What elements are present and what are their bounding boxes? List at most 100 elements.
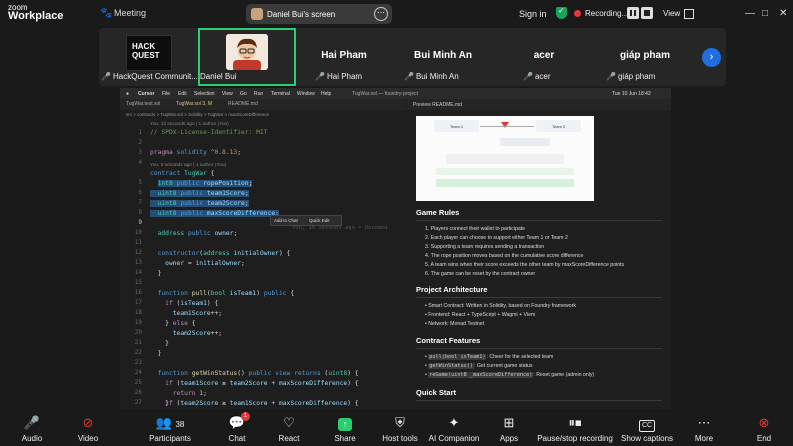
line-number: 2	[138, 139, 142, 146]
sign-in-link[interactable]: Sign in	[519, 9, 547, 19]
video-off-icon: ⊘	[82, 415, 94, 430]
menu-item[interactable]: Cursor	[138, 91, 154, 97]
menu-item[interactable]: Edit	[178, 91, 187, 97]
inline-code: pull(bool isTeam1)	[428, 354, 487, 360]
participants-button[interactable]: 👥 38 Participants	[143, 410, 197, 446]
ai-companion-label: AI Companion	[428, 434, 480, 443]
shield-icon: ⛨	[395, 415, 405, 430]
inline-blame-hint: You, 16 seconds ago • Uncommi	[292, 225, 389, 231]
participant-display-name: giáp pham	[619, 50, 670, 61]
list-item: 6. The game can be reset by the contract…	[425, 271, 536, 277]
code-line: team2Score++;	[172, 330, 223, 337]
editor-tab-bar: TugWar.test.sol TugWar.sol 3, M README.m…	[120, 99, 406, 110]
list-item: 1. Players connect their wallet to parti…	[425, 226, 526, 232]
add-to-chat-button[interactable]: Add to Chat	[274, 218, 298, 223]
code-line: }	[150, 350, 162, 357]
participant-strip: HACK QUEST 🎤 HackQuest Communit... Daniel…	[99, 28, 726, 86]
line-number: 4	[138, 159, 142, 166]
tab-tugwar-test[interactable]: TugWar.test.sol	[126, 101, 160, 107]
line-number: 1	[138, 129, 142, 136]
menu-item[interactable]: Selection	[194, 91, 215, 97]
meeting-info-button[interactable]: 🐾 Meeting	[100, 8, 146, 19]
line-number: 13	[134, 259, 142, 266]
preview-tab-label: Preview README.md	[413, 102, 462, 108]
breadcrumb: src > contracts > TugWar.sol > Solidity …	[120, 110, 406, 119]
features-heading: Contract Features	[416, 336, 481, 345]
audio-button[interactable]: 🎤 Audio	[14, 410, 50, 446]
architecture-heading: Project Architecture	[416, 285, 488, 294]
participant-tile[interactable]: Hai Pham 🎤 Hai Pham	[295, 28, 393, 86]
ai-companion-button[interactable]: ✦ AI Companion	[428, 410, 480, 446]
share-screen-icon: ↑	[330, 415, 360, 431]
next-page-button[interactable]: ›	[702, 48, 721, 67]
code-line: constructor(address initialOwner) {	[157, 250, 291, 257]
menu-item[interactable]: Terminal	[271, 91, 290, 97]
close-icon[interactable]: ✕	[779, 8, 787, 19]
menu-item[interactable]: Go	[240, 91, 247, 97]
divider	[416, 400, 662, 401]
participant-tile[interactable]: acer 🎤 acer	[495, 28, 593, 86]
mac-menu-bar: ● Cursor File Edit Selection View Go Run…	[120, 88, 671, 99]
menu-item[interactable]: View	[222, 91, 233, 97]
more-dots-icon: ⋯	[697, 415, 711, 430]
grid-view-icon[interactable]	[684, 9, 694, 19]
react-button[interactable]: ♡ React	[274, 410, 304, 446]
captions-icon: CC	[620, 415, 674, 432]
tab-tugwar-sol[interactable]: TugWar.sol 3, M	[176, 101, 212, 107]
line-number: 3	[138, 149, 142, 156]
cartoon-avatar-icon	[226, 34, 268, 70]
menu-item[interactable]: Run	[254, 91, 263, 97]
more-options-icon[interactable]: ⋯	[374, 7, 388, 21]
heart-icon: ♡	[283, 415, 295, 430]
line-number: 23	[134, 359, 142, 366]
inline-code: getWinStatus()	[428, 363, 474, 369]
participant-display-name: Bui Minh An	[414, 50, 472, 61]
show-captions-button[interactable]: CC Show captions	[620, 410, 674, 446]
encryption-shield-icon[interactable]	[556, 6, 567, 19]
participant-tile-active-speaker[interactable]: Daniel Bui	[198, 28, 296, 86]
code-line: if (isTeam1) {	[165, 300, 219, 307]
apps-button[interactable]: ⊞ Apps	[494, 410, 524, 446]
pause-stop-recording-button[interactable]: ⏸⏹ Pause/stop recording	[535, 410, 615, 446]
participant-tile[interactable]: Bui Minh An 🎤 Bui Minh An	[394, 28, 492, 86]
code-line: uint8 public team1Score;	[150, 190, 249, 197]
pause-stop-icon: ⏸⏹	[568, 415, 582, 430]
line-number: 27	[134, 399, 142, 406]
video-label: Video	[77, 434, 99, 443]
divider	[416, 220, 662, 221]
participant-name: acer	[534, 72, 551, 81]
code-line: pragma solidity ^0.8.13;	[150, 149, 242, 156]
share-button[interactable]: ↑ Share	[330, 410, 360, 446]
preview-tab[interactable]: Preview README.md	[407, 99, 671, 110]
maximize-icon[interactable]: □	[762, 8, 768, 19]
feature-text: : Reset game (admin only)	[533, 372, 595, 378]
participant-tile[interactable]: giáp pham 🎤 giáp pham	[596, 28, 694, 86]
menu-item[interactable]: Help	[321, 91, 331, 97]
list-item: • Smart Contract: Written in Solidity, b…	[425, 303, 576, 309]
menu-item[interactable]: Window	[297, 91, 315, 97]
minimize-icon[interactable]: —	[745, 8, 755, 19]
pause-recording-icon[interactable]	[627, 7, 639, 19]
line-number: 14	[134, 269, 142, 276]
game-rules-heading: Game Rules	[416, 208, 460, 217]
host-tools-button[interactable]: ⛨ Host tools	[379, 410, 421, 446]
end-meeting-button[interactable]: ⊗ End	[752, 410, 776, 446]
tab-readme[interactable]: README.md	[228, 101, 258, 107]
code-line: }	[150, 270, 162, 277]
menu-item[interactable]: File	[162, 91, 170, 97]
code-line: function getWinStatus() public view retu…	[157, 370, 359, 377]
view-button[interactable]: View	[663, 9, 680, 18]
code-editor[interactable]: 1 2 3 4 5 6 7 8 9 10 11 12 13 14 15 16 1…	[120, 119, 406, 409]
code-line: } else {	[150, 320, 196, 327]
code-line: contract TugWar {	[150, 170, 215, 177]
feature-text: : Cheer for the selected team	[486, 354, 554, 360]
apple-icon: ●	[126, 91, 130, 97]
video-button[interactable]: ⊘ Video	[70, 410, 106, 446]
more-button[interactable]: ⋯ More	[690, 410, 718, 446]
stop-recording-icon[interactable]	[641, 7, 653, 19]
participant-name: HackQuest Communit...	[112, 72, 198, 81]
participant-tile[interactable]: HACK QUEST 🎤 HackQuest Communit...	[99, 28, 198, 86]
quick-edit-button[interactable]: Quick Edit	[309, 218, 330, 223]
shared-screen-pill[interactable]: Daniel Bui's screen ⋯	[246, 4, 392, 24]
zoom-logo: zoom Workplace	[8, 3, 63, 22]
